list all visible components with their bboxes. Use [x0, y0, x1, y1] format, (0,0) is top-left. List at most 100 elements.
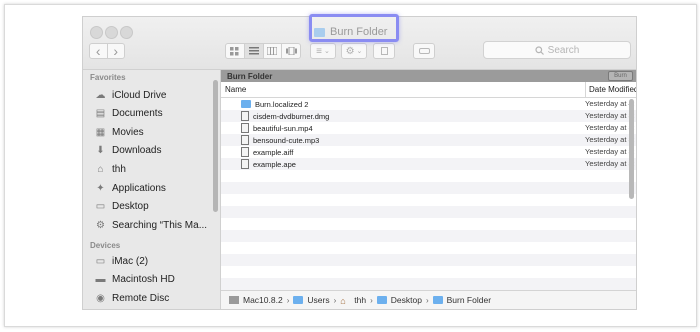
arrange-icon: ≡ — [316, 45, 322, 57]
file-name: example.aiff — [253, 147, 294, 157]
applications-icon: ✦ — [96, 182, 105, 194]
zoom-button[interactable] — [120, 26, 133, 39]
favorites-item[interactable]: ☁ iCloud Drive — [94, 87, 216, 103]
empty-row — [221, 266, 636, 278]
sidebar-item-label: Movies — [112, 126, 144, 138]
folder-icon — [432, 296, 443, 304]
tags-button[interactable] — [413, 43, 435, 59]
date-column-header[interactable]: Date Modified — [585, 82, 636, 97]
sidebar-item-label: Downloads — [112, 145, 162, 157]
file-name-cell: cisdem-dvdburner.dmg — [241, 110, 329, 122]
share-button[interactable] — [373, 43, 395, 59]
folder-icon — [293, 296, 304, 304]
hard-disk-icon — [229, 296, 239, 304]
empty-row — [221, 182, 636, 194]
file-name-cell: example.aiff — [241, 146, 293, 158]
search-placeholder: Search — [547, 44, 580, 56]
column-header: Name Date Modified — [221, 82, 636, 98]
column-view-icon — [267, 47, 278, 55]
home-icon: ⌂ — [340, 296, 346, 306]
file-list-pane: Burn Folder Burn Name Date Modified Burn… — [221, 70, 636, 309]
file-row[interactable]: cisdem-dvdburner.dmg Yesterday at 3: — [221, 110, 636, 122]
back-button[interactable]: ‹ — [90, 43, 108, 59]
imac-icon: ▭ — [95, 255, 106, 267]
home-icon: ⌂ — [97, 163, 104, 175]
devices-item[interactable]: ▬ Macintosh HD — [94, 272, 216, 288]
favorites-item[interactable]: ▭ Desktop — [94, 199, 216, 215]
favorites-item[interactable]: ✦ Applications — [94, 180, 216, 196]
burn-folder-title: Burn Folder — [227, 71, 273, 81]
desktop-icon: ▭ — [95, 201, 106, 213]
file-date: Yesterday at 3: — [585, 135, 635, 144]
sidebar-item-label: thh — [112, 163, 126, 175]
file-date: Yesterday at 3: — [585, 159, 635, 168]
burn-button[interactable]: Burn — [608, 71, 633, 81]
back-forward-control: ‹ › — [89, 43, 125, 59]
content-scrollbar[interactable] — [629, 99, 634, 199]
devices-heading: Devices — [90, 241, 121, 250]
gear-icon: ⚙ — [96, 219, 105, 231]
sidebar-item-label: Remote Disc — [112, 292, 170, 304]
favorites-item[interactable]: ▦ Movies — [94, 124, 216, 140]
file-date: Yesterday at 3: — [585, 111, 635, 120]
close-button[interactable] — [90, 26, 103, 39]
path-segment[interactable]: Desktop — [391, 295, 422, 305]
devices-item[interactable]: ▭ iMac (2) — [94, 253, 216, 269]
tag-icon — [418, 48, 430, 54]
document-icon — [241, 147, 249, 157]
document-icon — [241, 111, 249, 121]
sidebar-scrollbar[interactable] — [213, 80, 218, 212]
name-column-header[interactable]: Name — [225, 85, 246, 94]
search-icon — [535, 45, 544, 55]
minimize-button[interactable] — [105, 26, 118, 39]
title-highlight-box — [309, 14, 399, 42]
path-segment[interactable]: Mac10.8.2 — [243, 295, 283, 305]
file-name: Burn.localized 2 — [255, 99, 309, 109]
path-segment[interactable]: thh — [354, 295, 366, 305]
empty-row — [221, 230, 636, 242]
chevron-right-icon: › — [370, 295, 373, 305]
action-button[interactable]: ⚙ ⌄ — [341, 43, 367, 59]
favorites-heading: Favorites — [90, 73, 126, 82]
file-name: beautiful-sun.mp4 — [253, 123, 313, 133]
file-row[interactable]: example.ape Yesterday at 3: — [221, 158, 636, 170]
burn-folder-header: Burn Folder Burn — [221, 70, 636, 82]
forward-button[interactable]: › — [108, 43, 125, 59]
chevron-right-icon: › — [286, 295, 290, 305]
favorites-item[interactable]: ⬇ Downloads — [94, 143, 216, 159]
favorites-item[interactable]: ▤ Documents — [94, 106, 216, 122]
file-row[interactable]: Burn.localized 2 Yesterday at 4: — [221, 98, 636, 110]
movies-icon: ▦ — [95, 126, 106, 138]
devices-item[interactable]: ◉ Remote Disc — [94, 290, 216, 306]
empty-row — [221, 218, 636, 230]
file-date: Yesterday at 4: — [585, 99, 635, 108]
sidebar-item-label: iMac (2) — [112, 255, 149, 267]
folder-icon — [241, 100, 251, 108]
file-rows: Burn.localized 2 Yesterday at 4: cisdem-dv… — [221, 98, 636, 309]
document-icon — [241, 135, 249, 145]
finder-window: Burn Folder ‹ › ≡ ⌄ ⚙ ⌄ Search Favorites… — [82, 16, 637, 310]
file-row[interactable]: beautiful-sun.mp4 Yesterday at 3: — [221, 122, 636, 134]
path-segment[interactable]: Burn Folder — [447, 295, 491, 305]
downloads-icon: ⬇ — [96, 145, 105, 157]
path-segment[interactable]: Users — [307, 295, 329, 305]
file-date: Yesterday at 3: — [585, 147, 635, 156]
file-row[interactable]: bensound-cute.mp3 Yesterday at 3: — [221, 134, 636, 146]
chevron-right-icon: › — [425, 295, 429, 305]
favorites-item[interactable]: ⌂ thh — [94, 161, 216, 177]
arrange-button[interactable]: ≡ ⌄ — [310, 43, 336, 59]
search-field[interactable]: Search — [483, 41, 631, 59]
icon-view-button[interactable] — [226, 44, 245, 58]
empty-row — [221, 278, 636, 290]
column-view-button[interactable] — [264, 44, 283, 58]
path-bar: Mac10.8.2 › Users › ⌂ thh › Desktop › Burn Folder — [221, 290, 636, 309]
list-view-button[interactable] — [244, 44, 264, 58]
favorites-item[interactable]: ⚙ Searching “This Ma... — [94, 217, 216, 233]
cover-flow-button[interactable] — [282, 44, 300, 58]
file-name: example.ape — [253, 159, 296, 169]
file-name: cisdem-dvdburner.dmg — [253, 111, 330, 121]
empty-row — [221, 254, 636, 266]
empty-row — [221, 170, 636, 182]
cloud-icon: ☁ — [95, 89, 106, 101]
file-row[interactable]: example.aiff Yesterday at 3: — [221, 146, 636, 158]
